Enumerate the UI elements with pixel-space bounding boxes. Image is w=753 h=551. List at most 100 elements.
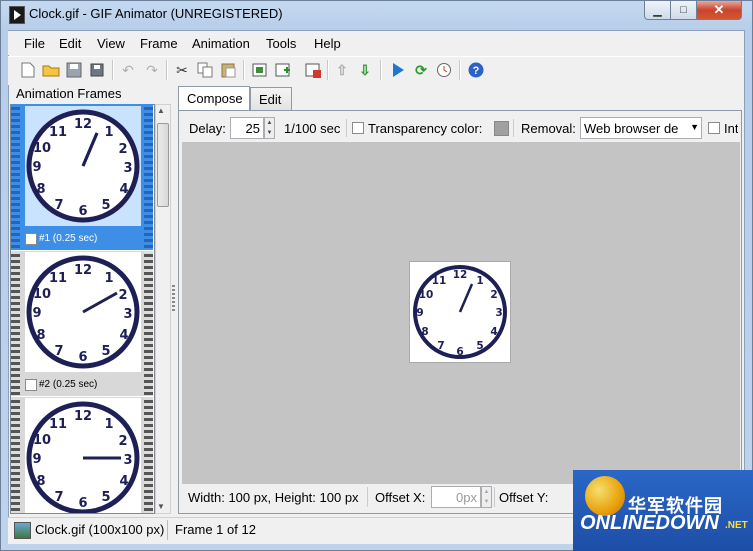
title-bar: Clock.gif - GIF Animator (UNREGISTERED) … <box>0 0 751 30</box>
toolbar-separator <box>459 60 461 80</box>
frame-item-1[interactable]: 12 1 2 3 4 5 6 7 8 9 10 11 #1 (0.25 sec) <box>11 104 153 250</box>
spin-down-icon[interactable]: ▼ <box>265 128 274 138</box>
preview-clock: 12 1 2 3 4 5 6 7 8 9 10 11 <box>413 265 507 359</box>
frame-caption-text: #2 (0.25 sec) <box>39 379 98 390</box>
frame-caption: #1 (0.25 sec) <box>11 229 153 249</box>
svg-text:7: 7 <box>54 198 63 213</box>
add-frame-icon[interactable] <box>251 61 269 79</box>
interlace-checkbox[interactable] <box>708 122 720 134</box>
svg-text:9: 9 <box>32 306 41 321</box>
maximize-button[interactable]: □ <box>670 1 697 20</box>
svg-text:1: 1 <box>476 275 483 287</box>
interlace-label: Int <box>724 121 738 136</box>
svg-text:8: 8 <box>36 474 45 489</box>
svg-text:4: 4 <box>119 474 128 489</box>
svg-text:1: 1 <box>104 125 113 140</box>
offset-x-label: Offset X: <box>375 490 426 505</box>
svg-text:5: 5 <box>101 344 110 359</box>
svg-text:6: 6 <box>78 496 87 511</box>
chevron-down-icon[interactable]: ▼ <box>688 122 699 132</box>
spin-down-icon[interactable]: ▼ <box>482 497 491 507</box>
save-as-icon[interactable] <box>88 61 106 79</box>
image-size-text: Width: 100 px, Height: 100 px <box>188 490 359 505</box>
offset-x-spinner[interactable]: ▲ ▼ <box>481 486 492 508</box>
delay-spinner[interactable]: ▲ ▼ <box>264 117 275 139</box>
svg-text:7: 7 <box>54 344 63 359</box>
frame-checkbox[interactable] <box>25 379 37 391</box>
svg-text:7: 7 <box>54 490 63 505</box>
help-icon[interactable]: ? <box>467 61 485 79</box>
scrollbar-thumb[interactable] <box>157 123 169 207</box>
menu-edit[interactable]: Edit <box>59 36 81 51</box>
paste-icon[interactable] <box>219 61 237 79</box>
frame-item-2[interactable]: 12 1 2 3 4 5 6 7 8 9 10 11 #2 (0.25 sec) <box>11 251 153 396</box>
svg-text:5: 5 <box>101 198 110 213</box>
svg-text:10: 10 <box>33 433 51 448</box>
spin-up-icon[interactable]: ▲ <box>482 487 491 497</box>
options-separator <box>346 119 347 137</box>
removal-label: Removal: <box>521 121 576 136</box>
spin-up-icon[interactable]: ▲ <box>265 118 274 128</box>
svg-text:4: 4 <box>119 182 128 197</box>
copy-icon[interactable] <box>196 61 214 79</box>
status-separator <box>167 520 168 540</box>
frame-item-3[interactable]: 12 1 2 3 4 5 6 7 8 9 10 11 <box>11 397 153 513</box>
svg-text:1: 1 <box>104 417 113 432</box>
clock-svg: 12 1 2 3 4 5 6 7 8 9 10 11 <box>26 401 140 513</box>
status-frame: Frame 1 of 12 <box>175 522 256 537</box>
insert-frame-icon[interactable] <box>274 61 292 79</box>
svg-text:4: 4 <box>119 328 128 343</box>
delay-unit-label: 1/100 sec <box>284 121 341 136</box>
open-icon[interactable] <box>42 61 60 79</box>
minimize-button[interactable]: ▁ <box>644 1 671 20</box>
options-separator <box>513 119 514 137</box>
bottom-separator <box>494 487 495 507</box>
svg-text:11: 11 <box>49 417 67 432</box>
move-up-icon[interactable]: ⇧ <box>333 61 351 79</box>
scroll-up-icon[interactable]: ▲ <box>157 106 165 115</box>
menu-tools[interactable]: Tools <box>266 36 296 51</box>
removal-select[interactable]: Web browser de ▼ <box>580 117 702 139</box>
timer-icon[interactable] <box>435 61 453 79</box>
preview-image[interactable]: 12 1 2 3 4 5 6 7 8 9 10 11 <box>409 261 511 363</box>
delete-frame-icon[interactable] <box>304 61 322 79</box>
film-strip-right <box>144 397 153 513</box>
tab-compose[interactable]: Compose <box>178 86 250 110</box>
save-icon[interactable] <box>65 61 83 79</box>
window-title: Clock.gif - GIF Animator (UNREGISTERED) <box>29 6 283 21</box>
app-icon <box>9 6 25 24</box>
svg-text:6: 6 <box>456 346 463 358</box>
play-icon[interactable] <box>389 61 407 79</box>
bottom-separator <box>367 487 368 507</box>
transparency-checkbox[interactable] <box>352 122 364 134</box>
watermark-logo: 华军软件园 ONLINEDOWN .NET <box>573 470 753 551</box>
cut-icon[interactable]: ✂ <box>173 61 191 79</box>
toolbar-separator <box>112 60 114 80</box>
svg-text:4: 4 <box>490 326 497 338</box>
svg-text:2: 2 <box>118 288 127 303</box>
film-strip-left <box>11 397 20 513</box>
tab-edit[interactable]: Edit <box>250 87 292 110</box>
delay-value: 25 <box>245 121 260 136</box>
redo-icon[interactable]: ↷ <box>143 61 161 79</box>
svg-text:2: 2 <box>118 142 127 157</box>
menu-help[interactable]: Help <box>314 36 341 51</box>
splitter-grip[interactable] <box>172 285 175 311</box>
menu-frame[interactable]: Frame <box>140 36 178 51</box>
loop-icon[interactable]: ⟳ <box>412 61 430 79</box>
menu-view[interactable]: View <box>97 36 125 51</box>
offset-x-input[interactable]: 0px <box>431 486 481 508</box>
delay-input[interactable]: 25 <box>230 117 264 139</box>
scroll-down-icon[interactable]: ▼ <box>157 502 165 511</box>
undo-icon[interactable]: ↶ <box>119 61 137 79</box>
menu-animation[interactable]: Animation <box>192 36 250 51</box>
menu-file[interactable]: File <box>24 36 45 51</box>
transparency-color-swatch[interactable] <box>494 121 509 136</box>
close-button[interactable]: ✕ <box>696 1 742 20</box>
svg-text:9: 9 <box>32 160 41 175</box>
frame-checkbox[interactable] <box>25 233 37 245</box>
new-icon[interactable] <box>19 61 37 79</box>
svg-text:6: 6 <box>78 204 87 219</box>
move-down-icon[interactable]: ⇩ <box>356 61 374 79</box>
frame-caption-text: #1 (0.25 sec) <box>39 233 98 244</box>
